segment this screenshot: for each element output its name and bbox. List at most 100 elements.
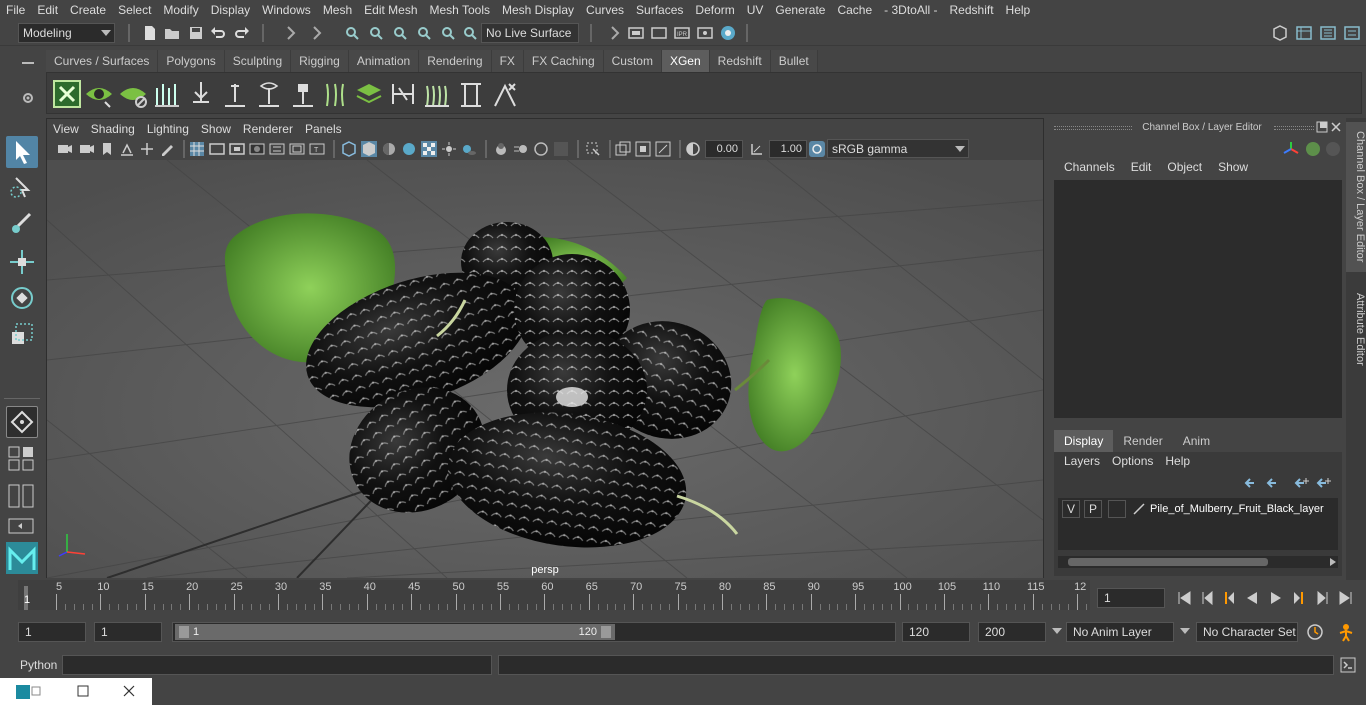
time-slider[interactable]: 1 5 10 15 20 25 30 35 40 45 50 55 60 65 70 75 80 85 90 95 1… [18,580,1090,610]
color-space-dropdown[interactable]: sRGB gamma [827,139,969,158]
maya-app-icon[interactable] [16,684,42,700]
step-forward-key-icon[interactable] [1290,590,1306,606]
close-icon[interactable] [1330,121,1342,133]
undo-icon[interactable] [210,25,226,41]
xgen-fibers-icon[interactable] [319,78,351,110]
menu-windows[interactable]: Windows [256,0,317,20]
menu-create[interactable]: Create [64,0,112,20]
range-slider[interactable]: 1 120 [172,622,896,642]
isolate-select-icon[interactable] [585,141,601,157]
current-frame-field[interactable]: 1 [1097,588,1165,608]
save-scene-icon[interactable] [188,25,204,41]
xgen-brush-icon[interactable] [455,78,487,110]
exposure-field[interactable]: 0.00 [705,140,743,158]
play-forward-icon[interactable] [1268,590,1284,606]
layout-split-icon[interactable] [8,484,36,508]
edit-menu[interactable]: Edit [1123,160,1160,178]
layout-single-icon[interactable] [8,446,36,472]
xgen-groom-icon[interactable] [421,78,453,110]
chevron-down-icon[interactable] [1180,628,1190,634]
layer-playback-toggle[interactable]: P [1084,500,1102,518]
shelf-tab-curves-surfaces[interactable]: Curves / Surfaces [46,50,159,72]
snap-point-icon[interactable] [392,25,408,41]
gamma-icon[interactable] [749,141,765,157]
tab-display[interactable]: Display [1054,430,1114,452]
shelf-tab-polygons[interactable]: Polygons [158,50,225,72]
playback-speed-icon[interactable] [1306,623,1324,641]
ipr-render-icon[interactable]: IPR [674,25,690,41]
redo-icon[interactable] [234,25,250,41]
depth-of-field-icon[interactable] [553,141,569,157]
menu-edit[interactable]: Edit [31,0,64,20]
show-menu[interactable]: Show [1210,160,1256,178]
ambient-occlusion-icon[interactable] [493,141,509,157]
tab-channel-box[interactable]: Channel Box / Layer Editor [1346,122,1366,272]
paint-select-tool[interactable] [6,208,38,240]
motion-blur-icon[interactable] [513,141,529,157]
layout-icon[interactable] [1296,25,1312,41]
arrow-right-icon[interactable] [282,25,298,41]
shelf-tab-custom[interactable]: Custom [603,50,662,72]
go-to-end-icon[interactable] [1338,590,1354,606]
shelf-tab-rigging[interactable]: Rigging [291,50,349,72]
anti-alias-icon[interactable] [533,141,549,157]
xgen-noise-icon[interactable] [489,78,521,110]
menu-mesh[interactable]: Mesh [317,0,358,20]
new-layer-selected-icon[interactable] [1316,476,1332,490]
camera-attr-icon[interactable] [79,141,95,157]
mode-dropdown[interactable]: Modeling [18,23,115,43]
layer-name[interactable]: Pile_of_Mulberry_Fruit_Black_layer [1150,500,1324,518]
menu-deform[interactable]: Deform [689,0,740,20]
maximize-icon[interactable] [76,684,90,698]
shadows-icon[interactable] [461,141,477,157]
new-scene-icon[interactable] [142,25,158,41]
status-dot-icon[interactable] [1326,142,1340,156]
menu-cache[interactable]: Cache [831,0,878,20]
move-layer-up-icon[interactable] [1244,476,1260,490]
command-input[interactable] [62,655,492,675]
xgen-lock-icon[interactable] [287,78,319,110]
chevron-down-icon[interactable] [1052,628,1062,634]
move-layer-down-icon[interactable] [1266,476,1282,490]
menu-uv[interactable]: UV [741,0,770,20]
snap-surface-icon[interactable] [440,25,456,41]
soft-select-tool[interactable] [6,406,38,438]
character-set-dropdown[interactable]: No Character Set [1196,622,1298,642]
gear-icon[interactable] [20,90,36,106]
status-dot-icon[interactable] [1306,142,1320,156]
layer-display-type[interactable] [1108,500,1126,518]
snap-grid-icon[interactable] [344,25,360,41]
safe-action-icon[interactable] [289,141,305,157]
xgen-sculpt-icon[interactable] [219,78,251,110]
menu-file[interactable]: File [0,0,31,20]
shelf-tab-xgen[interactable]: XGen [661,50,710,72]
frame-selected-icon[interactable] [635,141,651,157]
xgen-layers-icon[interactable] [353,78,385,110]
menu-display[interactable]: Display [205,0,256,20]
menu-redshift[interactable]: Redshift [944,0,1000,20]
menu-3dtoall[interactable]: - 3DtoAll - [878,0,943,20]
layer-visibility-toggle[interactable]: V [1062,500,1080,518]
go-to-start-icon[interactable] [1176,590,1192,606]
animation-prefs-icon[interactable] [1336,622,1356,642]
select-tool[interactable] [6,136,38,168]
textured-icon[interactable] [401,141,417,157]
arrow-right-icon[interactable] [308,25,324,41]
menu-edit-mesh[interactable]: Edit Mesh [358,0,423,20]
close-icon[interactable] [122,684,136,698]
live-surface-field[interactable]: No Live Surface [481,23,579,43]
xgen-comb-icon[interactable] [387,78,419,110]
xgen-preview-icon[interactable] [83,78,115,110]
scroll-right-icon[interactable] [1330,558,1336,566]
image-plane-icon[interactable] [119,141,135,157]
shelf-tab-fx-caching[interactable]: FX Caching [523,50,604,72]
object-menu[interactable]: Object [1159,160,1210,178]
script-language-label[interactable]: Python [20,656,57,674]
grip-handle[interactable] [1274,126,1314,130]
2d-pan-icon[interactable] [139,141,155,157]
play-backward-icon[interactable] [1244,590,1260,606]
lights-icon[interactable] [441,141,457,157]
zoom-icon[interactable] [655,141,671,157]
shelf-tab-animation[interactable]: Animation [348,50,420,72]
viewport-menu-lighting[interactable]: Lighting [141,122,195,136]
